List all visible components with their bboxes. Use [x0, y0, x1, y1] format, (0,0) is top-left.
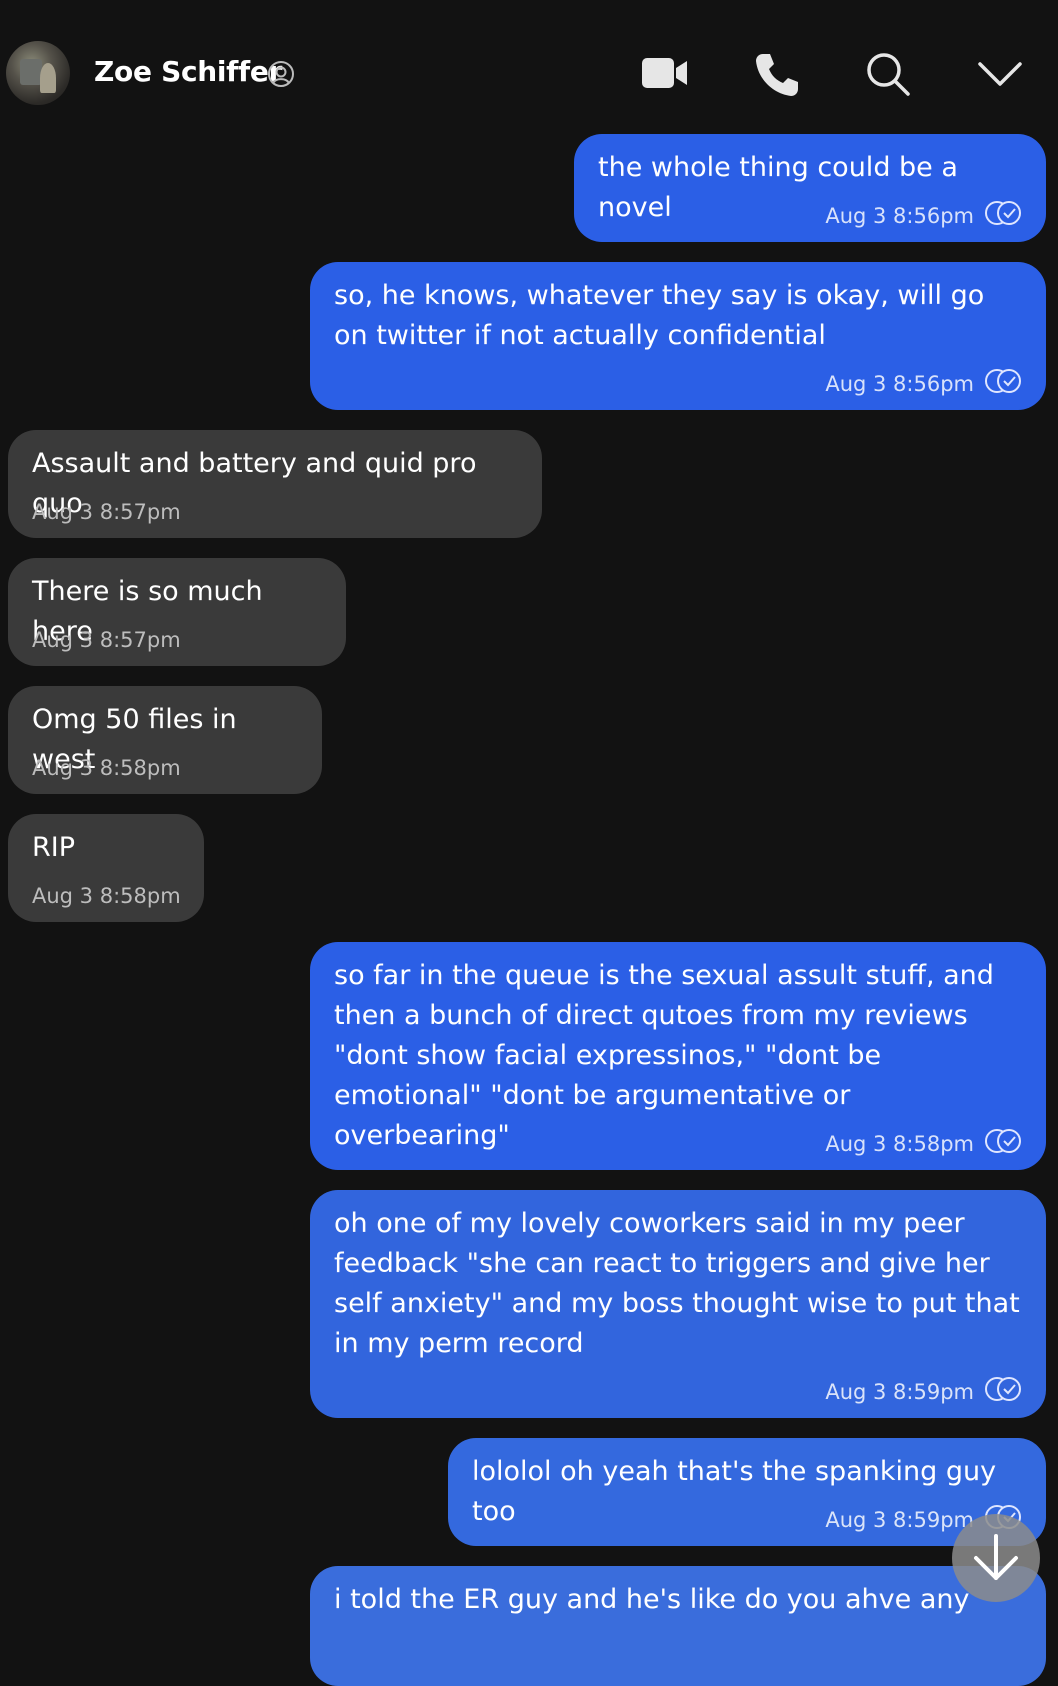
at-sign-icon: [268, 61, 294, 87]
read-receipt-icon: [985, 1129, 1021, 1153]
message-text: RIP: [32, 832, 76, 863]
message-text: so far in the queue is the sexual assult…: [334, 960, 994, 1151]
message-timestamp: Aug 3 8:56pm: [825, 204, 974, 228]
message-timestamp: Aug 3 8:58pm: [32, 884, 181, 908]
message-incoming[interactable]: There is so much here Aug 3 8:57pm: [8, 558, 346, 666]
chevron-down-icon[interactable]: [976, 50, 1024, 98]
video-camera-icon[interactable]: [641, 50, 689, 98]
message-text: i told the ER guy and he's like do you a…: [334, 1584, 970, 1615]
message-timestamp: Aug 3 8:56pm: [825, 372, 974, 396]
message-text: so, he knows, whatever they say is okay,…: [334, 280, 985, 351]
read-receipt-icon: [985, 1377, 1021, 1401]
scroll-to-bottom-button[interactable]: [952, 1514, 1040, 1602]
arrow-down-icon: [974, 1534, 1018, 1580]
read-receipt-icon: [985, 201, 1021, 225]
message-outgoing[interactable]: so, he knows, whatever they say is okay,…: [310, 262, 1046, 410]
message-timestamp: Aug 3 8:58pm: [32, 756, 181, 780]
phone-icon[interactable]: [752, 50, 800, 98]
message-timestamp: Aug 3 8:57pm: [32, 500, 181, 524]
search-icon[interactable]: [864, 50, 912, 98]
message-text: oh one of my lovely coworkers said in my…: [334, 1208, 1020, 1359]
message-incoming[interactable]: Omg 50 files in west Aug 3 8:58pm: [8, 686, 322, 794]
message-incoming[interactable]: Assault and battery and quid pro quo Aug…: [8, 430, 542, 538]
contact-name[interactable]: Zoe Schiffer: [94, 55, 282, 88]
chat-header: Zoe Schiffer: [0, 0, 1058, 124]
message-incoming[interactable]: RIP Aug 3 8:58pm: [8, 814, 204, 922]
message-timestamp: Aug 3 8:57pm: [32, 628, 181, 652]
message-outgoing[interactable]: oh one of my lovely coworkers said in my…: [310, 1190, 1046, 1418]
message-timestamp: Aug 3 8:59pm: [825, 1508, 974, 1532]
message-outgoing[interactable]: so far in the queue is the sexual assult…: [310, 942, 1046, 1170]
message-timestamp: Aug 3 8:59pm: [825, 1380, 974, 1404]
message-outgoing[interactable]: i told the ER guy and he's like do you a…: [310, 1566, 1046, 1686]
read-receipt-icon: [985, 369, 1021, 393]
message-outgoing[interactable]: the whole thing could be a novel Aug 3 8…: [574, 134, 1046, 242]
message-timestamp: Aug 3 8:58pm: [825, 1132, 974, 1156]
contact-avatar[interactable]: [6, 41, 70, 105]
message-outgoing[interactable]: lololol oh yeah that's the spanking guy …: [448, 1438, 1046, 1546]
